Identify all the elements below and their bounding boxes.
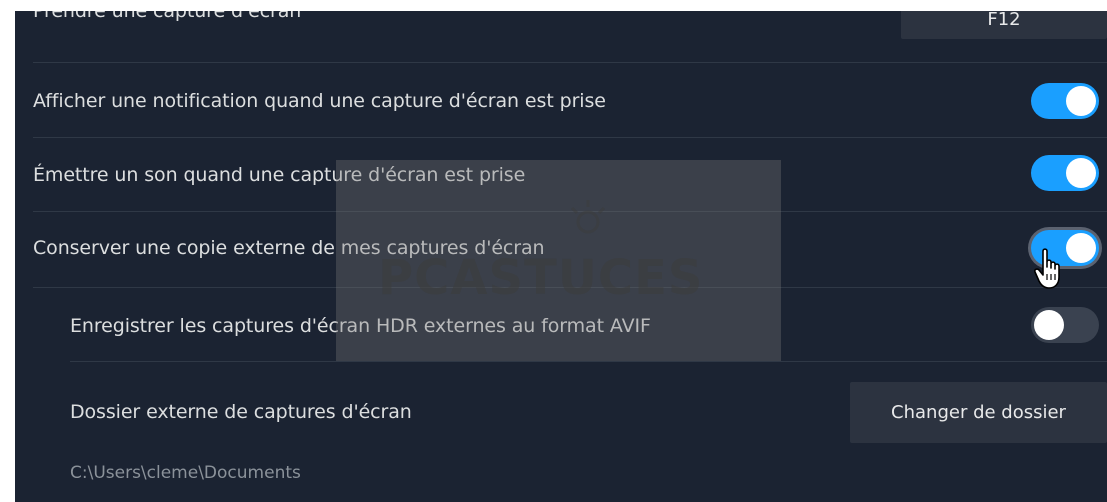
change-folder-button[interactable]: Changer de dossier bbox=[850, 382, 1107, 443]
notification-setting-label: Afficher une notification quand une capt… bbox=[33, 90, 606, 112]
hand-pointer-cursor-icon bbox=[1034, 248, 1060, 289]
screenshot-settings-panel: Prendre une capture d'écran F12 Afficher… bbox=[15, 11, 1107, 502]
screenshot-shortcut-key-button[interactable]: F12 bbox=[901, 11, 1107, 39]
hdr-avif-toggle[interactable] bbox=[1031, 307, 1099, 343]
separator bbox=[33, 137, 1107, 138]
toggle-knob bbox=[1066, 86, 1096, 116]
lightbulb-icon bbox=[570, 200, 606, 234]
separator bbox=[70, 361, 1107, 362]
change-folder-button-label: Changer de dossier bbox=[891, 402, 1066, 423]
separator bbox=[33, 62, 1107, 63]
toggle-knob bbox=[1066, 158, 1096, 188]
watermark-logo: PCASTUCES bbox=[378, 250, 704, 306]
screenshot-shortcut-label: Prendre une capture d'écran bbox=[33, 11, 302, 22]
watermark-overlay: PCASTUCES bbox=[336, 160, 781, 361]
notification-setting-row: Afficher une notification quand une capt… bbox=[33, 81, 1107, 121]
external-folder-path: C:\Users\cleme\Documents bbox=[70, 463, 301, 483]
sound-toggle[interactable] bbox=[1031, 155, 1099, 191]
notification-toggle[interactable] bbox=[1031, 83, 1099, 119]
toggle-knob bbox=[1066, 233, 1096, 263]
toggle-knob bbox=[1034, 310, 1064, 340]
screenshot-shortcut-key-value: F12 bbox=[987, 11, 1021, 30]
external-folder-label: Dossier externe de captures d'écran bbox=[70, 401, 412, 423]
